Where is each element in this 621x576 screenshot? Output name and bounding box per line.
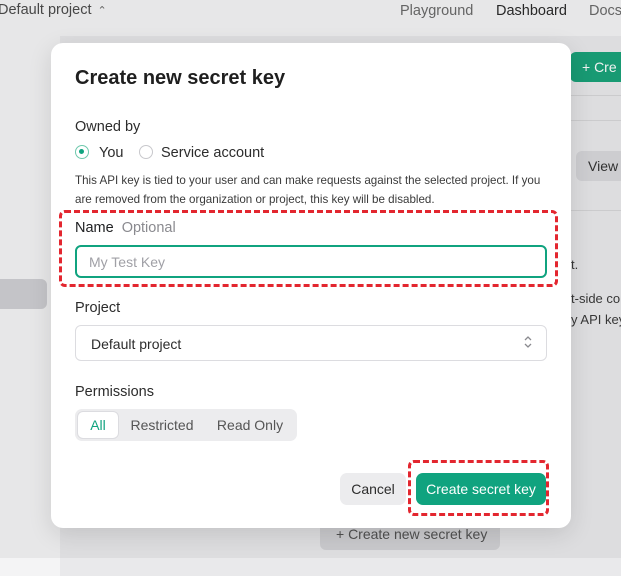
permissions-segmented-control: All Restricted Read Only <box>75 409 297 441</box>
owned-by-help-text: This API key is tied to your user and ca… <box>75 174 541 206</box>
permission-all[interactable]: All <box>78 412 118 438</box>
annotation-highlight-create-button <box>408 460 549 516</box>
radio-service-account[interactable] <box>139 145 153 159</box>
annotation-highlight-name-field <box>59 210 558 287</box>
cancel-button[interactable]: Cancel <box>340 473 406 505</box>
project-label: Project <box>75 300 121 316</box>
permission-restricted[interactable]: Restricted <box>121 412 203 438</box>
project-select[interactable]: Default project <box>75 325 547 361</box>
radio-you[interactable] <box>75 145 89 159</box>
modal-title: Create new secret key <box>75 67 286 89</box>
radio-you-label[interactable]: You <box>99 145 123 161</box>
permissions-label: Permissions <box>75 384 154 400</box>
permission-read-only[interactable]: Read Only <box>207 412 293 438</box>
radio-service-account-label[interactable]: Service account <box>161 145 264 161</box>
owned-by-label: Owned by <box>75 119 141 135</box>
project-select-value: Default project <box>91 336 182 352</box>
chevron-updown-icon <box>524 335 532 349</box>
